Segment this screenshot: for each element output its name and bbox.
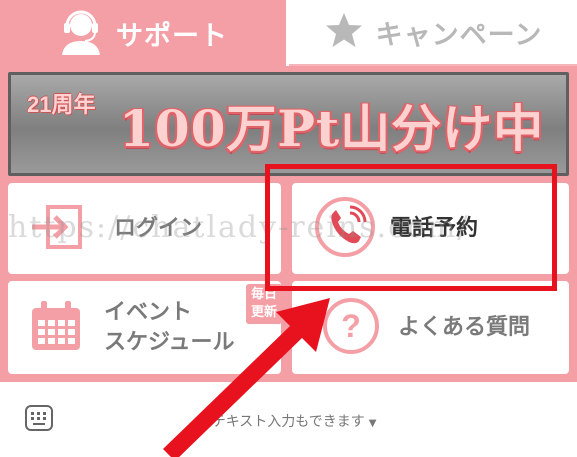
event-label-line1: イベント — [104, 299, 193, 325]
tab-campaign[interactable]: キャンペーン — [289, 0, 577, 66]
dropdown-caret-icon: ▼ — [368, 418, 377, 429]
calendar-icon — [28, 298, 84, 358]
faq-label: よくある質問 — [398, 314, 531, 340]
login-button[interactable]: ログイン — [8, 183, 281, 274]
campaign-banner[interactable]: 21周年 100万Pt山分け中 — [8, 72, 569, 176]
login-arrow-icon — [28, 204, 84, 254]
event-schedule-label: イベント スケジュール — [104, 298, 234, 358]
tab-support-label: サポート — [116, 20, 228, 52]
operator-headset-icon — [58, 7, 104, 59]
tab-support[interactable]: サポート — [0, 0, 286, 66]
highlight-box — [265, 164, 557, 291]
faq-button[interactable]: ? よくある質問 — [292, 281, 569, 374]
banner-headline: 100万Pt山分け中 — [119, 99, 545, 158]
text-input-hint-label: ←テキスト入力もできます — [200, 414, 365, 430]
keyboard-icon[interactable] — [24, 404, 54, 436]
svg-text:?: ? — [341, 308, 361, 344]
tab-campaign-label: キャンペーン — [375, 19, 543, 51]
text-input-hint[interactable]: ←テキスト入力もできます ▼ — [200, 411, 376, 431]
question-icon: ? — [322, 297, 380, 359]
event-label-line2: スケジュール — [104, 329, 235, 355]
login-label: ログイン — [114, 215, 203, 241]
banner-anniversary-text: 21周年 — [27, 92, 96, 117]
badge-line2: 更新 — [250, 305, 277, 320]
star-icon — [324, 10, 364, 54]
event-schedule-button[interactable]: イベント スケジュール — [8, 281, 281, 374]
